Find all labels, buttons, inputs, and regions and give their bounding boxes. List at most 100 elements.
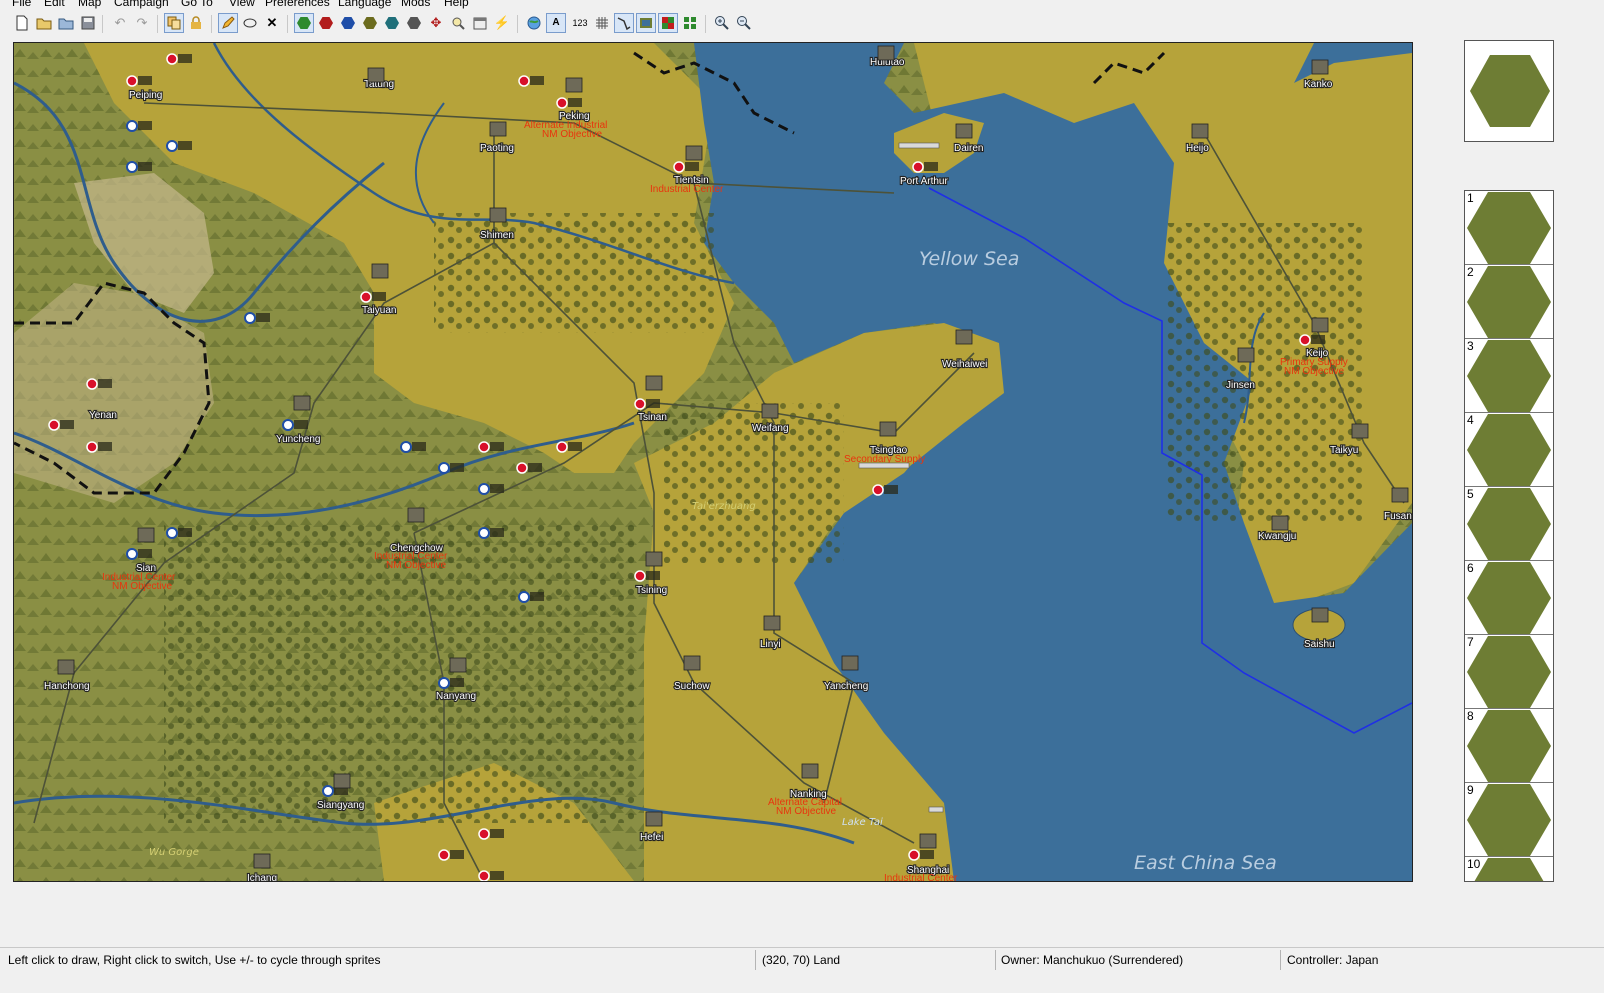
japan-unit-marker[interactable] xyxy=(912,161,924,173)
menu-file[interactable]: File xyxy=(12,0,31,9)
city-icon[interactable] xyxy=(565,77,583,93)
palette-item[interactable]: 9 xyxy=(1465,783,1553,857)
china-unit-marker[interactable] xyxy=(282,419,294,431)
japan-unit-marker[interactable] xyxy=(908,849,920,861)
china-unit-marker[interactable] xyxy=(438,677,450,689)
palette-item[interactable]: 10 xyxy=(1465,857,1553,881)
japan-unit-marker[interactable] xyxy=(478,870,490,881)
japan-unit-marker[interactable] xyxy=(86,378,98,390)
china-unit-marker[interactable] xyxy=(518,591,530,603)
delete-icon[interactable]: ✕ xyxy=(262,13,282,33)
blue-tile-icon[interactable] xyxy=(338,13,358,33)
menu-language[interactable]: Language xyxy=(338,0,391,9)
japan-unit-marker[interactable] xyxy=(1299,334,1311,346)
palette-item[interactable]: 7 xyxy=(1465,635,1553,709)
city-icon[interactable] xyxy=(253,853,271,869)
tile-palette[interactable]: 1 2 3 4 5 6 7 8 9 10 xyxy=(1464,190,1554,882)
city-icon[interactable] xyxy=(57,659,75,675)
china-unit-marker[interactable] xyxy=(126,548,138,560)
zoom-out-icon[interactable] xyxy=(734,13,754,33)
china-unit-marker[interactable] xyxy=(438,462,450,474)
map-svg[interactable]: Yellow Sea East China Sea Tai'erzhuang W… xyxy=(14,43,1412,881)
palette-item[interactable]: 2 xyxy=(1465,265,1553,339)
japan-unit-marker[interactable] xyxy=(556,441,568,453)
china-unit-marker[interactable] xyxy=(400,441,412,453)
layers-icon[interactable] xyxy=(636,13,656,33)
city-icon[interactable] xyxy=(1311,607,1329,623)
gray-tile-icon[interactable] xyxy=(404,13,424,33)
city-icon[interactable] xyxy=(879,421,897,437)
city-icon[interactable] xyxy=(841,655,859,671)
city-icon[interactable] xyxy=(449,657,467,673)
city-icon[interactable] xyxy=(1237,347,1255,363)
text-size-icon[interactable]: A xyxy=(546,13,566,33)
china-unit-marker[interactable] xyxy=(478,483,490,495)
city-icon[interactable] xyxy=(1191,123,1209,139)
numbers-icon[interactable]: 123 xyxy=(568,13,592,33)
japan-unit-marker[interactable] xyxy=(634,398,646,410)
land-tile-icon[interactable] xyxy=(294,13,314,33)
city-icon[interactable] xyxy=(367,67,385,83)
menu-help[interactable]: Help xyxy=(444,0,469,9)
city-icon[interactable] xyxy=(683,655,701,671)
city-icon[interactable] xyxy=(645,375,663,391)
globe-icon[interactable] xyxy=(524,13,544,33)
palette-item[interactable]: 6 xyxy=(1465,561,1553,635)
city-icon[interactable] xyxy=(137,527,155,543)
calendar-icon[interactable] xyxy=(470,13,490,33)
japan-unit-marker[interactable] xyxy=(126,75,138,87)
japan-unit-marker[interactable] xyxy=(86,441,98,453)
selection-icon[interactable] xyxy=(240,13,260,33)
zoom-in-icon[interactable] xyxy=(712,13,732,33)
olive-tile-icon[interactable] xyxy=(360,13,380,33)
city-icon[interactable] xyxy=(1351,423,1369,439)
city-icon[interactable] xyxy=(1271,515,1289,531)
city-icon[interactable] xyxy=(371,263,389,279)
china-unit-marker[interactable] xyxy=(478,527,490,539)
city-icon[interactable] xyxy=(801,763,819,779)
city-icon[interactable] xyxy=(645,811,663,827)
city-icon[interactable] xyxy=(955,329,973,345)
teal-tile-icon[interactable] xyxy=(382,13,402,33)
city-icon[interactable] xyxy=(763,615,781,631)
china-unit-marker[interactable] xyxy=(126,120,138,132)
city-icon[interactable] xyxy=(955,123,973,139)
menu-preferences[interactable]: Preferences xyxy=(265,0,330,9)
city-icon[interactable] xyxy=(1311,59,1329,75)
city-icon[interactable] xyxy=(685,145,703,161)
save-icon[interactable] xyxy=(78,13,98,33)
china-unit-marker[interactable] xyxy=(126,161,138,173)
menu-mods[interactable]: Mods xyxy=(401,0,430,9)
japan-unit-marker[interactable] xyxy=(872,484,884,496)
china-unit-marker[interactable] xyxy=(244,312,256,324)
grid-icon[interactable] xyxy=(592,13,612,33)
redo-icon[interactable]: ↷ xyxy=(132,13,152,33)
palette-item[interactable]: 5 xyxy=(1465,487,1553,561)
pencil-icon[interactable] xyxy=(218,13,238,33)
undo-icon[interactable]: ↶ xyxy=(110,13,130,33)
menu-edit[interactable]: Edit xyxy=(44,0,65,9)
japan-unit-marker[interactable] xyxy=(48,419,60,431)
city-icon[interactable] xyxy=(919,833,937,849)
japan-unit-marker[interactable] xyxy=(438,849,450,861)
japan-unit-marker[interactable] xyxy=(478,828,490,840)
city-icon[interactable] xyxy=(489,207,507,223)
city-icon[interactable] xyxy=(1311,317,1329,333)
japan-unit-marker[interactable] xyxy=(360,291,372,303)
palette-item[interactable]: 8 xyxy=(1465,709,1553,783)
city-icon[interactable] xyxy=(645,551,663,567)
naval-unit-icon[interactable] xyxy=(858,462,910,469)
city-icon[interactable] xyxy=(761,403,779,419)
menu-map[interactable]: Map xyxy=(78,0,101,9)
naval-unit-icon[interactable] xyxy=(898,142,940,149)
city-icon[interactable] xyxy=(877,45,895,61)
palette-item[interactable]: 1 xyxy=(1465,191,1553,265)
china-unit-marker[interactable] xyxy=(166,140,178,152)
naval-unit-icon[interactable] xyxy=(928,806,944,813)
japan-unit-marker[interactable] xyxy=(634,570,646,582)
palette-item[interactable]: 3 xyxy=(1465,339,1553,413)
city-icon[interactable] xyxy=(407,507,425,523)
red-tile-icon[interactable] xyxy=(316,13,336,33)
palette-item[interactable]: 4 xyxy=(1465,413,1553,487)
city-icon[interactable] xyxy=(333,773,351,789)
